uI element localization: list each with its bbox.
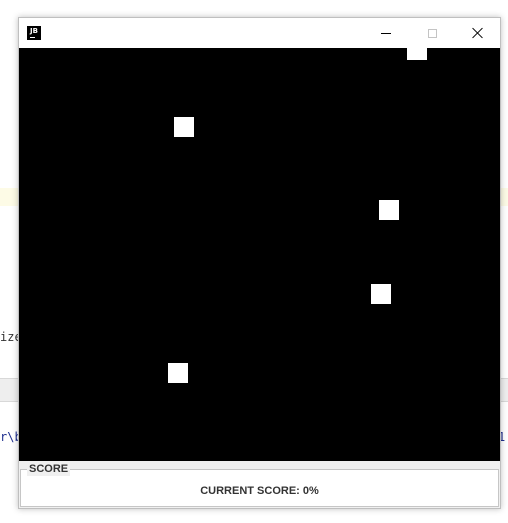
app-icon-label: JB: [30, 27, 38, 35]
falling-block: [371, 284, 391, 304]
title-bar[interactable]: JB: [19, 18, 500, 48]
current-score-label: CURRENT SCORE: 0%: [200, 485, 319, 497]
score-panel: SCORE CURRENT SCORE: 0%: [20, 462, 499, 507]
maximize-icon: [427, 28, 437, 38]
score-legend: SCORE: [27, 462, 71, 476]
falling-block: [379, 200, 399, 220]
minimize-button[interactable]: [363, 18, 409, 48]
falling-block: [174, 117, 194, 137]
maximize-button[interactable]: [409, 18, 455, 48]
close-button[interactable]: [455, 18, 501, 48]
app-icon: JB: [27, 26, 41, 40]
close-icon: [472, 27, 484, 39]
game-window: JB SCORE CURRENT SCORE: 0%: [18, 17, 501, 509]
falling-block: [168, 363, 188, 383]
minimize-icon: [381, 32, 391, 34]
game-canvas[interactable]: [19, 48, 500, 461]
falling-block: [407, 48, 427, 60]
app-icon-underline: [30, 37, 35, 38]
